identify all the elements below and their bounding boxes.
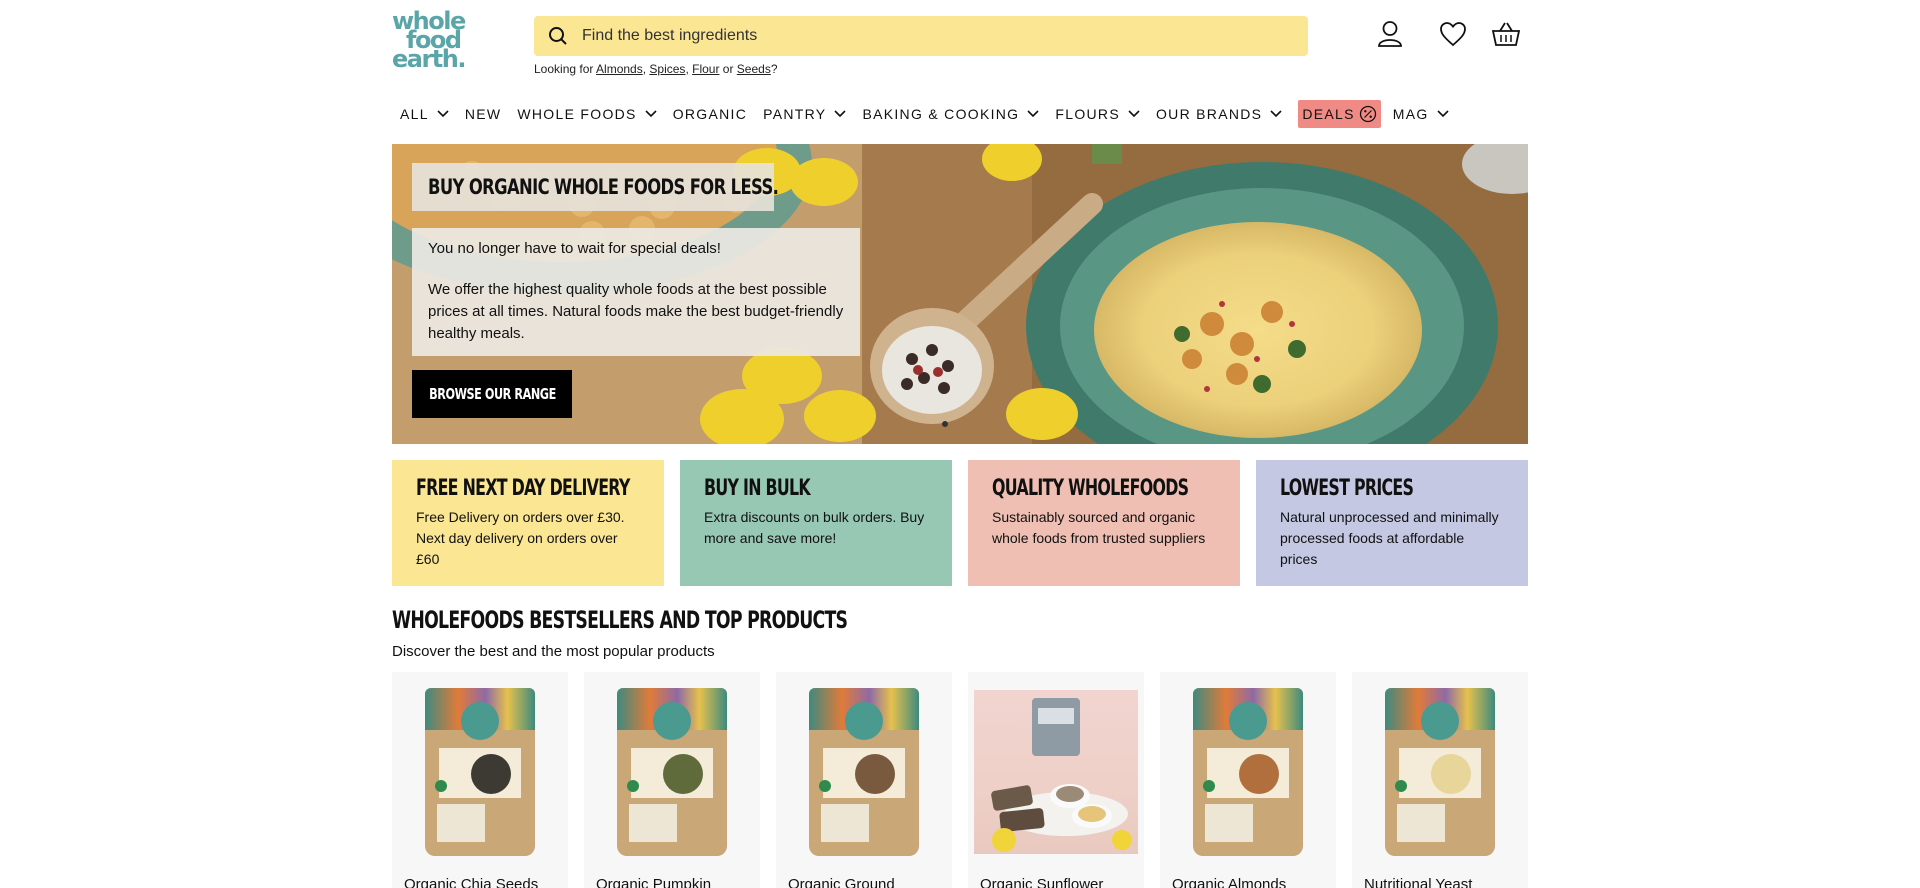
logo-line-3: earth. <box>392 45 466 73</box>
product-name[interactable]: Organic Ground <box>788 876 895 888</box>
account-icon[interactable] <box>1374 18 1406 50</box>
tile-text: Free Delivery on orders over £30. Next d… <box>416 509 625 567</box>
nav-label: DEALS <box>1302 106 1355 122</box>
chevron-down-icon <box>834 110 847 118</box>
main-nav: ALL NEW WHOLE FOODS ORGANIC PANTRY BAKIN… <box>392 100 1457 128</box>
product-name[interactable]: Organic Almonds <box>1172 876 1286 888</box>
hero-text-box: You no longer have to wait for special d… <box>412 228 860 356</box>
nav-item-mag[interactable]: MAG <box>1385 100 1457 128</box>
product-name[interactable]: Organic Sunflower <box>980 876 1103 888</box>
hint-link-seeds[interactable]: Seeds <box>737 62 771 76</box>
hero-banner: BUY ORGANIC WHOLE FOODS FOR LESS. You no… <box>392 144 1528 444</box>
nav-label: PANTRY <box>763 106 827 122</box>
product-name[interactable]: Organic Chia Seeds <box>404 876 538 888</box>
discount-badge-icon <box>1359 105 1376 123</box>
tile-title: BUY IN BULK <box>704 476 811 501</box>
nav-item-pantry[interactable]: PANTRY <box>755 100 854 128</box>
tile-delivery: FREE NEXT DAY DELIVERY Free Delivery on … <box>392 460 664 586</box>
chevron-down-icon <box>1128 110 1140 118</box>
product-image <box>782 688 946 856</box>
nav-label: NEW <box>464 106 502 122</box>
hint-link-flour[interactable]: Flour <box>692 62 719 76</box>
bestsellers-subtitle: Discover the best and the most popular p… <box>392 643 715 660</box>
nav-label: ALL <box>400 106 429 122</box>
hero-title-box: BUY ORGANIC WHOLE FOODS FOR LESS. <box>412 163 779 211</box>
product-image <box>974 688 1138 856</box>
nav-label: OUR BRANDS <box>1155 106 1263 122</box>
hint-sep: or <box>719 62 737 76</box>
tile-text: Extra discounts on bulk orders. Buy more… <box>704 509 925 546</box>
nav-item-whole-foods[interactable]: WHOLE FOODS <box>509 100 664 128</box>
nav-label: MAG <box>1392 106 1429 122</box>
product-card[interactable]: Organic Sunflower <box>968 672 1144 888</box>
search-bar[interactable] <box>534 16 1308 56</box>
hero-title: BUY ORGANIC WHOLE FOODS FOR LESS. <box>428 175 779 199</box>
hint-link-almonds[interactable]: Almonds <box>596 62 643 76</box>
product-image <box>398 688 562 856</box>
tile-title: LOWEST PRICES <box>1280 476 1414 501</box>
product-name[interactable]: Nutritional Yeast <box>1364 876 1472 888</box>
search-icon[interactable] <box>538 16 578 56</box>
wishlist-heart-icon[interactable] <box>1437 18 1469 50</box>
product-card[interactable]: Organic Chia Seeds <box>392 672 568 888</box>
product-name[interactable]: Organic Pumpkin <box>596 876 711 888</box>
product-card[interactable]: Organic Ground <box>776 672 952 888</box>
tile-title: FREE NEXT DAY DELIVERY <box>416 476 630 501</box>
product-image <box>1166 688 1330 856</box>
nav-label: WHOLE FOODS <box>517 106 637 122</box>
chevron-down-icon <box>437 110 449 118</box>
nav-item-baking-cooking[interactable]: BAKING & COOKING <box>854 100 1047 128</box>
nav-label: BAKING & COOKING <box>862 106 1020 122</box>
nav-item-organic[interactable]: ORGANIC <box>665 100 755 128</box>
browse-range-label: BROWSE OUR RANGE <box>428 385 556 403</box>
hint-link-spices[interactable]: Spices <box>649 62 685 76</box>
basket-icon[interactable] <box>1490 18 1522 50</box>
tile-text: Sustainably sourced and organic whole fo… <box>992 509 1206 546</box>
browse-range-button[interactable]: BROWSE OUR RANGE <box>412 370 572 418</box>
product-card[interactable]: Organic Pumpkin <box>584 672 760 888</box>
tile-text: Natural unprocessed and minimally proces… <box>1280 509 1499 567</box>
nav-item-deals[interactable]: DEALS <box>1298 100 1381 128</box>
search-input[interactable] <box>578 27 1278 45</box>
nav-label: FLOURS <box>1055 106 1120 122</box>
search-hint: Looking for Almonds, Spices, Flour or Se… <box>534 62 778 76</box>
site-logo[interactable]: whole food earth. <box>392 9 484 73</box>
hint-suffix: ? <box>770 62 778 76</box>
nav-item-flours[interactable]: FLOURS <box>1047 100 1148 128</box>
product-card[interactable]: Nutritional Yeast <box>1352 672 1528 888</box>
chevron-down-icon <box>1436 110 1449 118</box>
tile-quality: QUALITY WHOLEFOODS Sustainably sourced a… <box>968 460 1240 586</box>
nav-label: ORGANIC <box>672 106 748 122</box>
product-card[interactable]: Organic Almonds <box>1160 672 1336 888</box>
hero-paragraph-2: We offer the highest quality whole foods… <box>428 281 844 342</box>
hero-paragraph-1: You no longer have to wait for special d… <box>428 240 721 257</box>
product-image <box>590 688 754 856</box>
product-image <box>1358 688 1522 856</box>
nav-item-all[interactable]: ALL <box>392 100 457 128</box>
tile-prices: LOWEST PRICES Natural unprocessed and mi… <box>1256 460 1528 586</box>
chevron-down-icon <box>645 110 657 118</box>
bestsellers-title: WHOLEFOODS BESTSELLERS AND TOP PRODUCTS <box>392 606 848 634</box>
hint-prefix: Looking for <box>534 62 597 76</box>
tile-bulk: BUY IN BULK Extra discounts on bulk orde… <box>680 460 952 586</box>
chevron-down-icon <box>1027 110 1039 118</box>
chevron-down-icon <box>1270 110 1282 118</box>
nav-item-our-brands[interactable]: OUR BRANDS <box>1148 100 1290 128</box>
tile-title: QUALITY WHOLEFOODS <box>992 476 1189 501</box>
nav-item-new[interactable]: NEW <box>457 100 510 128</box>
